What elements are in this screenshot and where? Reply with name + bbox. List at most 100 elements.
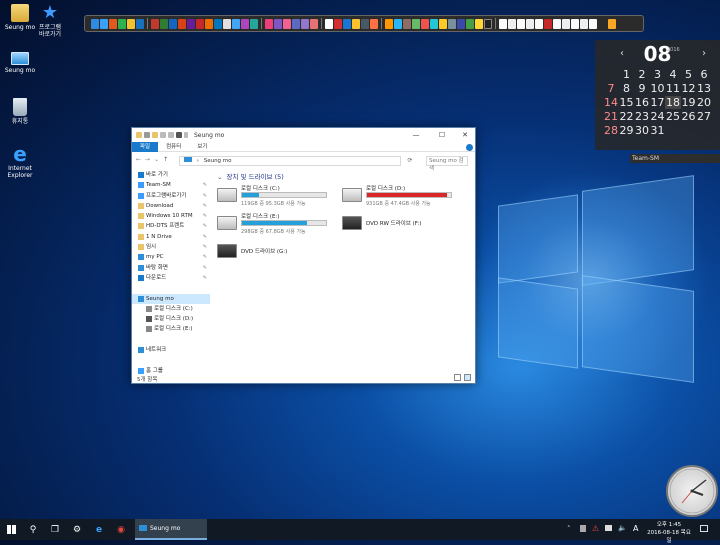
drive-item[interactable]: DVD RW 드라이브 (F:) xyxy=(342,212,457,238)
properties-icon[interactable] xyxy=(144,132,150,138)
calendar-day[interactable]: 29 xyxy=(619,124,635,137)
launcher-icon[interactable] xyxy=(292,18,300,29)
minimize-button[interactable]: — xyxy=(405,128,427,142)
nav-item[interactable]: 네트워크 xyxy=(132,345,210,355)
calendar-day[interactable]: 19 xyxy=(681,96,697,109)
launcher-icon[interactable] xyxy=(223,18,231,29)
large-icons-view-button[interactable] xyxy=(464,374,471,381)
calendar-day[interactable]: 4 xyxy=(665,68,681,81)
ime-indicator[interactable]: A xyxy=(633,524,638,533)
launcher-icon[interactable] xyxy=(403,18,411,29)
launcher-icon[interactable] xyxy=(151,18,159,29)
undo-icon[interactable] xyxy=(160,132,166,138)
settings-button[interactable]: ⚙ xyxy=(66,519,88,540)
launcher-icon[interactable] xyxy=(91,18,99,29)
calendar-day[interactable]: 11 xyxy=(665,82,681,95)
launcher-icon[interactable] xyxy=(274,18,282,29)
tray-up-arrow-icon[interactable]: ˄ xyxy=(567,525,571,533)
section-header-devices[interactable]: ⌄ 장치 및 드라이브 (5) xyxy=(217,172,472,182)
launcher-icon[interactable] xyxy=(370,18,378,29)
nav-item[interactable]: 다운로드 ✎ xyxy=(132,273,210,283)
launcher-icon[interactable] xyxy=(608,18,616,29)
calendar-day[interactable]: 30 xyxy=(634,124,650,137)
new-folder-icon[interactable] xyxy=(152,132,158,138)
taskbar-app-explorer[interactable]: Seung mo xyxy=(135,519,207,540)
tab-view[interactable]: 보기 xyxy=(189,142,215,152)
help-icon[interactable] xyxy=(466,144,473,151)
network-icon[interactable] xyxy=(605,525,612,531)
calendar-day[interactable]: 27 xyxy=(696,110,712,123)
launcher-icon[interactable] xyxy=(421,18,429,29)
calendar-next-button[interactable]: › xyxy=(702,48,706,59)
launcher-icon[interactable] xyxy=(361,18,369,29)
launcher-icon[interactable] xyxy=(439,18,447,29)
launcher-icon[interactable] xyxy=(301,18,309,29)
calendar-day[interactable]: 5 xyxy=(681,68,697,81)
launcher-icon[interactable] xyxy=(283,18,291,29)
calendar-day[interactable]: 3 xyxy=(650,68,666,81)
nav-item[interactable]: Seung mo xyxy=(132,293,210,304)
drive-item[interactable]: 로컬 디스크 (E:) 298GB 중 67.8GB 사용 가능 xyxy=(217,212,332,238)
nav-item[interactable]: my PC ✎ xyxy=(132,252,210,262)
calendar-day[interactable]: 20 xyxy=(696,96,712,109)
launcher-icon[interactable] xyxy=(544,18,552,29)
calendar-day[interactable]: 9 xyxy=(634,82,650,95)
nav-item[interactable]: HD-DTS 프렌트 ✎ xyxy=(132,221,210,231)
nav-item[interactable]: Team-SM ✎ xyxy=(132,180,210,190)
nav-item[interactable]: 로컬 디스크 (C:) xyxy=(132,304,210,314)
calendar-day[interactable]: 16 xyxy=(634,96,650,109)
calendar-day[interactable]: 10 xyxy=(650,82,666,95)
nav-item[interactable]: 프로그램바로가기 ✎ xyxy=(132,191,210,201)
desktop-icon-program-shortcut[interactable]: ★ 프로그램 바로가기 xyxy=(30,4,70,39)
calendar-day[interactable]: 31 xyxy=(650,124,666,137)
calendar-day[interactable]: 28 xyxy=(603,124,619,137)
launcher-icon[interactable] xyxy=(325,18,333,29)
launcher-icon[interactable] xyxy=(178,18,186,29)
volume-icon[interactable]: 🔈 xyxy=(618,524,627,532)
calendar-prev-button[interactable]: ‹ xyxy=(620,48,624,59)
desktop-icon-this-pc[interactable]: Seung mo xyxy=(0,52,40,74)
launcher-icon[interactable] xyxy=(343,18,351,29)
calendar-day[interactable]: 22 xyxy=(619,110,635,123)
nav-item[interactable]: 바탕 화면 ✎ xyxy=(132,263,210,273)
search-button[interactable]: ⚲ xyxy=(22,519,44,540)
launcher-icon[interactable] xyxy=(562,18,570,29)
up-button[interactable]: ↑ xyxy=(163,156,168,163)
drive-item[interactable]: 로컬 디스크 (C:) 119GB 중 95.3GB 사용 가능 xyxy=(217,184,332,210)
calendar-day[interactable]: 15 xyxy=(619,96,635,109)
notifications-icon[interactable] xyxy=(700,525,708,532)
launcher-icon[interactable] xyxy=(265,18,273,29)
delete-icon[interactable] xyxy=(176,132,182,138)
details-view-button[interactable] xyxy=(454,374,461,381)
launcher-icon[interactable] xyxy=(127,18,135,29)
launcher-icon[interactable] xyxy=(169,18,177,29)
launcher-icon[interactable] xyxy=(352,18,360,29)
recent-locations-button[interactable]: ⌄ xyxy=(154,156,159,163)
calendar-day[interactable]: 23 xyxy=(634,110,650,123)
launcher-icon[interactable] xyxy=(250,18,258,29)
nav-item[interactable]: 바로 가기 xyxy=(132,170,210,180)
launcher-icon[interactable] xyxy=(334,18,342,29)
launcher-icon[interactable] xyxy=(412,18,420,29)
calendar-day[interactable]: 6 xyxy=(696,68,712,81)
close-button[interactable]: ✕ xyxy=(454,128,476,142)
launcher-icon[interactable] xyxy=(430,18,438,29)
launcher-icon[interactable] xyxy=(394,18,402,29)
nav-item[interactable]: 1 N Drive ✎ xyxy=(132,232,210,242)
launcher-icon[interactable] xyxy=(136,18,144,29)
tab-file[interactable]: 파일 xyxy=(132,141,159,152)
launcher-icon[interactable] xyxy=(385,18,393,29)
calendar-day[interactable]: 24 xyxy=(650,110,666,123)
launcher-icon[interactable] xyxy=(205,18,213,29)
launcher-icon[interactable] xyxy=(589,18,597,29)
refresh-button[interactable]: ⟳ xyxy=(405,156,415,166)
warning-icon[interactable]: ⚠ xyxy=(592,524,599,533)
nav-item[interactable]: Download ✎ xyxy=(132,201,210,211)
desktop-icon-recycle-bin[interactable]: 휴지통 xyxy=(0,98,40,125)
launcher-icon[interactable] xyxy=(535,18,543,29)
launcher-icon[interactable] xyxy=(241,18,249,29)
launcher-icon[interactable] xyxy=(499,18,507,29)
nav-item[interactable]: 로컬 디스크 (D:) xyxy=(132,314,210,324)
calendar-day[interactable]: 18 xyxy=(665,96,681,109)
launcher-icon[interactable] xyxy=(118,18,126,29)
